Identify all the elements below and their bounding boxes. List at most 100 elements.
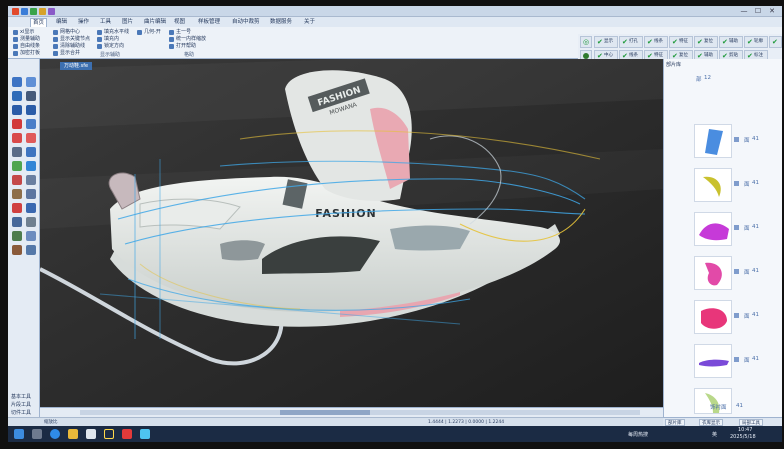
tab-auto-cut[interactable]: 自动中裁剪 bbox=[230, 18, 262, 27]
mirror-icon[interactable] bbox=[26, 175, 36, 185]
fill-icon[interactable] bbox=[12, 231, 22, 241]
tab-edit[interactable]: 编辑 bbox=[54, 18, 69, 27]
list-item[interactable]: 面 41 bbox=[664, 253, 782, 293]
option-checkbox[interactable]: ✔ 打孔 bbox=[619, 36, 643, 48]
rotate-icon[interactable] bbox=[26, 231, 36, 241]
arrow-icon[interactable] bbox=[26, 91, 36, 101]
tab-view[interactable]: 视图 bbox=[172, 18, 187, 27]
pen-icon[interactable] bbox=[12, 133, 22, 143]
option-checkbox[interactable]: ✔ 轮廓 bbox=[744, 36, 768, 48]
piece-marker-icon bbox=[734, 225, 739, 230]
item-label: 面 bbox=[744, 358, 750, 364]
align-icon[interactable] bbox=[26, 245, 36, 255]
pin-icon[interactable] bbox=[12, 203, 22, 213]
tab-local-tools[interactable]: 局部工具 bbox=[739, 419, 763, 426]
measure-icon[interactable] bbox=[26, 147, 36, 157]
tab-pattern-manage[interactable]: 样板管理 bbox=[196, 18, 222, 27]
drawing-canvas[interactable]: 万动鞋.sfe FASHION MOWANA FASHION bbox=[40, 59, 663, 407]
grid-icon[interactable] bbox=[12, 147, 22, 157]
item-count: 41 bbox=[752, 356, 759, 362]
cad-app-icon[interactable] bbox=[86, 429, 96, 439]
select-icon[interactable] bbox=[12, 77, 22, 87]
tab-operate[interactable]: 操作 bbox=[76, 18, 91, 27]
clock-time[interactable]: 10:47 bbox=[738, 427, 752, 433]
item-label: 面 bbox=[744, 314, 750, 320]
horizontal-scrollbar[interactable] bbox=[80, 410, 640, 415]
undo-icon[interactable] bbox=[12, 105, 22, 115]
target-icon[interactable] bbox=[26, 161, 36, 171]
piece-marker-icon bbox=[734, 137, 739, 142]
tab-data-service[interactable]: 数据服务 bbox=[268, 18, 294, 27]
option-checkbox[interactable]: ✔ 特征 bbox=[669, 36, 693, 48]
ruler-icon[interactable] bbox=[12, 217, 22, 227]
app-logo-icon bbox=[12, 8, 19, 15]
option-checkbox[interactable]: ✔ 复位 bbox=[694, 36, 718, 48]
text-icon[interactable] bbox=[26, 217, 36, 227]
tool-group-label[interactable]: 基本工具 bbox=[11, 393, 31, 400]
quick-open-icon[interactable] bbox=[30, 8, 37, 15]
input-language[interactable]: 英 bbox=[712, 431, 717, 438]
tab-piece-library[interactable]: 部片库 bbox=[665, 419, 685, 426]
diamond-app-icon[interactable] bbox=[140, 429, 150, 439]
list-item[interactable]: 饰衬面 41 bbox=[664, 385, 782, 415]
curve-icon[interactable] bbox=[26, 119, 36, 129]
scrollbar-thumb[interactable] bbox=[280, 410, 370, 415]
file-explorer-icon[interactable] bbox=[68, 429, 78, 439]
ribbon-item[interactable]: 锁定方向 bbox=[96, 42, 124, 50]
scissors-icon[interactable] bbox=[26, 189, 36, 199]
node-icon[interactable] bbox=[12, 161, 22, 171]
circle-icon[interactable] bbox=[26, 133, 36, 143]
layer-icon[interactable] bbox=[12, 245, 22, 255]
item-label: 面 bbox=[744, 138, 750, 144]
status-zoom-label: 缩放比 bbox=[44, 420, 58, 425]
list-item[interactable]: 面 41 bbox=[664, 165, 782, 205]
tool-group-label[interactable]: 片段工具 bbox=[11, 401, 31, 408]
ribbon-item[interactable]: 打开帮助 bbox=[168, 42, 196, 50]
list-item[interactable]: 面 41 bbox=[664, 297, 782, 337]
option-checkbox[interactable]: ✔ bbox=[769, 36, 782, 48]
list-item[interactable]: 部 12 bbox=[664, 69, 782, 95]
edge-browser-icon[interactable] bbox=[50, 429, 60, 439]
trending-search[interactable]: 每周热搜 bbox=[628, 431, 648, 438]
brush-icon[interactable] bbox=[12, 175, 22, 185]
zoom-icon[interactable] bbox=[26, 203, 36, 213]
wps-app-icon[interactable] bbox=[122, 429, 132, 439]
option-checkbox[interactable]: ✔ 线条 bbox=[644, 36, 668, 48]
quick-undo-icon[interactable] bbox=[39, 8, 46, 15]
tab-about[interactable]: 关于 bbox=[302, 18, 317, 27]
redo-icon[interactable] bbox=[26, 105, 36, 115]
pointer-icon[interactable] bbox=[26, 77, 36, 87]
tab-library-display[interactable]: 衣库显示 bbox=[699, 419, 723, 426]
pencil-app-icon[interactable] bbox=[104, 429, 114, 439]
save-icon[interactable] bbox=[12, 91, 22, 101]
minimize-button[interactable]: — bbox=[738, 7, 750, 16]
quick-redo-icon[interactable] bbox=[48, 8, 55, 15]
ribbon-group-label: 显示辅助 bbox=[100, 52, 121, 58]
close-button[interactable]: ✕ bbox=[766, 7, 778, 16]
grid-toggle-icon[interactable]: ◎ bbox=[580, 36, 592, 48]
option-checkbox[interactable]: ✔ 辅助 bbox=[719, 36, 743, 48]
tab-tools[interactable]: 工具 bbox=[98, 18, 113, 27]
tool-group-label[interactable]: 切件工具 bbox=[11, 409, 31, 416]
list-item[interactable]: 面 41 bbox=[664, 121, 782, 161]
windows-start-icon[interactable] bbox=[14, 429, 24, 439]
knife-icon[interactable] bbox=[12, 189, 22, 199]
quick-save-icon[interactable] bbox=[21, 8, 28, 15]
piece-marker-icon bbox=[734, 357, 739, 362]
list-item[interactable]: 面 41 bbox=[664, 209, 782, 249]
option-checkbox[interactable]: ✔ 显示 bbox=[594, 36, 618, 48]
line-icon[interactable] bbox=[12, 119, 22, 129]
ribbon-item[interactable]: 加密打板 bbox=[12, 49, 40, 57]
panel-title: 部片库 bbox=[666, 62, 682, 68]
tab-image[interactable]: 图片 bbox=[120, 18, 135, 27]
tab-home[interactable]: 首页 bbox=[30, 18, 48, 27]
document-tab[interactable]: 万动鞋.sfe bbox=[60, 62, 93, 70]
ribbon-item[interactable]: 几何-开 bbox=[136, 28, 161, 36]
clock-date[interactable]: 2025/5/18 bbox=[730, 434, 756, 440]
task-view-icon[interactable] bbox=[32, 429, 42, 439]
ribbon-group-label: 格助 bbox=[184, 52, 195, 58]
ribbon-item[interactable]: 显示合并 bbox=[52, 49, 80, 57]
list-item[interactable]: 面 41 bbox=[664, 341, 782, 381]
maximize-button[interactable]: ☐ bbox=[752, 7, 764, 16]
tab-piece-edit[interactable]: 曲片编辑 bbox=[142, 18, 168, 27]
